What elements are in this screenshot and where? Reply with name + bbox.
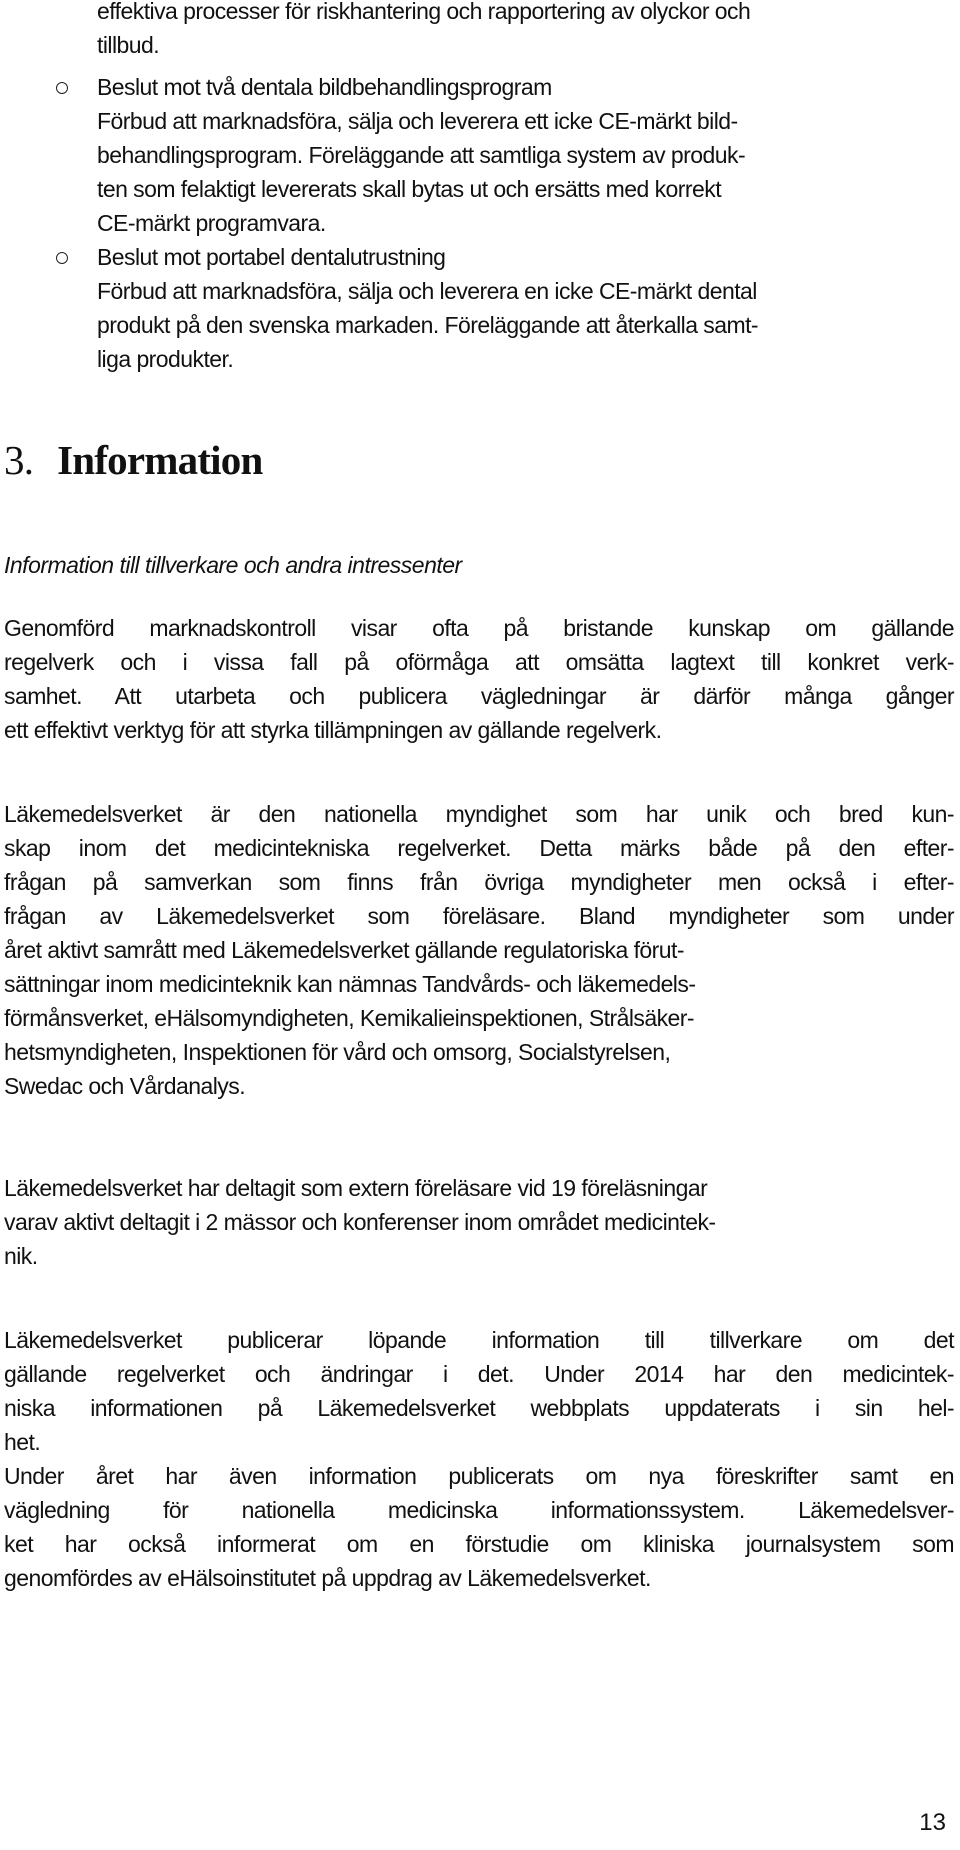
paragraph-line: Under året har även information publicer… <box>4 1463 955 1489</box>
paragraph-line: sättningar inom medicinteknik kan nämnas… <box>4 971 696 997</box>
paragraph-line: ett effektivt verktyg för att styrka til… <box>4 717 662 743</box>
bullet-item-line: Förbud att marknadsföra, sälja och lever… <box>97 108 738 134</box>
paragraph-line: vägledning för nationella medicinska inf… <box>4 1497 955 1523</box>
list-continuation-line: effektiva processer för riskhantering oc… <box>97 0 751 24</box>
paragraph-line: het. <box>4 1429 41 1455</box>
paragraph-line: året aktivt samrått med Läkemedelsverket… <box>4 937 685 963</box>
paragraph-line: Swedac och Vårdanalys. <box>4 1073 246 1099</box>
bullet-item-title: Beslut mot portabel dentalutrustning <box>97 244 446 270</box>
bullet-item-line: Förbud att marknadsföra, sälja och lever… <box>97 278 757 304</box>
bullet-item-line: CE-märkt programvara. <box>97 210 326 236</box>
document-page: effektiva processer för riskhantering oc… <box>0 0 960 1850</box>
paragraph-line: Läkemedelsverket har deltagit som extern… <box>4 1175 708 1201</box>
page-number: 13 <box>919 1809 946 1836</box>
paragraph-line: förmånsverket, eHälsomyndigheten, Kemika… <box>4 1005 695 1031</box>
paragraph-line: nik. <box>4 1243 38 1269</box>
hollow-circle-bullet-icon <box>56 252 68 264</box>
paragraph-line: Läkemedelsverket är den nationella myndi… <box>4 801 955 827</box>
paragraph-line: niska informationen på Läkemedelsverket … <box>4 1395 955 1421</box>
section-number: 3. <box>4 437 34 483</box>
paragraph-line: frågan av Läkemedelsverket som föreläsar… <box>4 903 955 929</box>
paragraph-line: hetsmyndigheten, Inspektionen för vård o… <box>4 1039 671 1065</box>
paragraph-line: varav aktivt deltagit i 2 mässor och kon… <box>4 1209 716 1235</box>
bullet-item-line: liga produkter. <box>97 346 234 372</box>
paragraph-line: ket har också informerat om en förstudie… <box>4 1531 955 1557</box>
section-title: Information <box>57 437 263 483</box>
bullet-item-line: produkt på den svenska markaden. Föreläg… <box>97 312 759 338</box>
paragraph-line: genomfördes av eHälsoinstitutet på uppdr… <box>4 1565 651 1591</box>
paragraph-line: Läkemedelsverket publicerar löpande info… <box>4 1327 955 1353</box>
list-continuation-line: tillbud. <box>97 32 160 58</box>
hollow-circle-bullet-icon <box>56 82 68 94</box>
paragraph-line: samhet. Att utarbeta och publicera vägle… <box>4 683 955 709</box>
paragraph-line: regelverk och i vissa fall på oförmåga a… <box>4 649 955 675</box>
bullet-item-line: ten som felaktigt levererats skall bytas… <box>97 176 722 202</box>
paragraph-line: Genomförd marknadskontroll visar ofta på… <box>4 615 955 641</box>
section-subheading: Information till tillverkare och andra i… <box>4 552 462 578</box>
bullet-item-title: Beslut mot två dentala bildbehandlingspr… <box>97 74 552 100</box>
bullet-item-line: behandlingsprogram. Föreläggande att sam… <box>97 142 746 168</box>
paragraph-line: gällande regelverket och ändringar i det… <box>4 1361 955 1387</box>
paragraph-line: skap inom det medicintekniska regelverke… <box>4 835 955 861</box>
paragraph-line: frågan på samverkan som finns från övrig… <box>4 869 955 895</box>
section-heading: 3. Information <box>4 435 263 485</box>
